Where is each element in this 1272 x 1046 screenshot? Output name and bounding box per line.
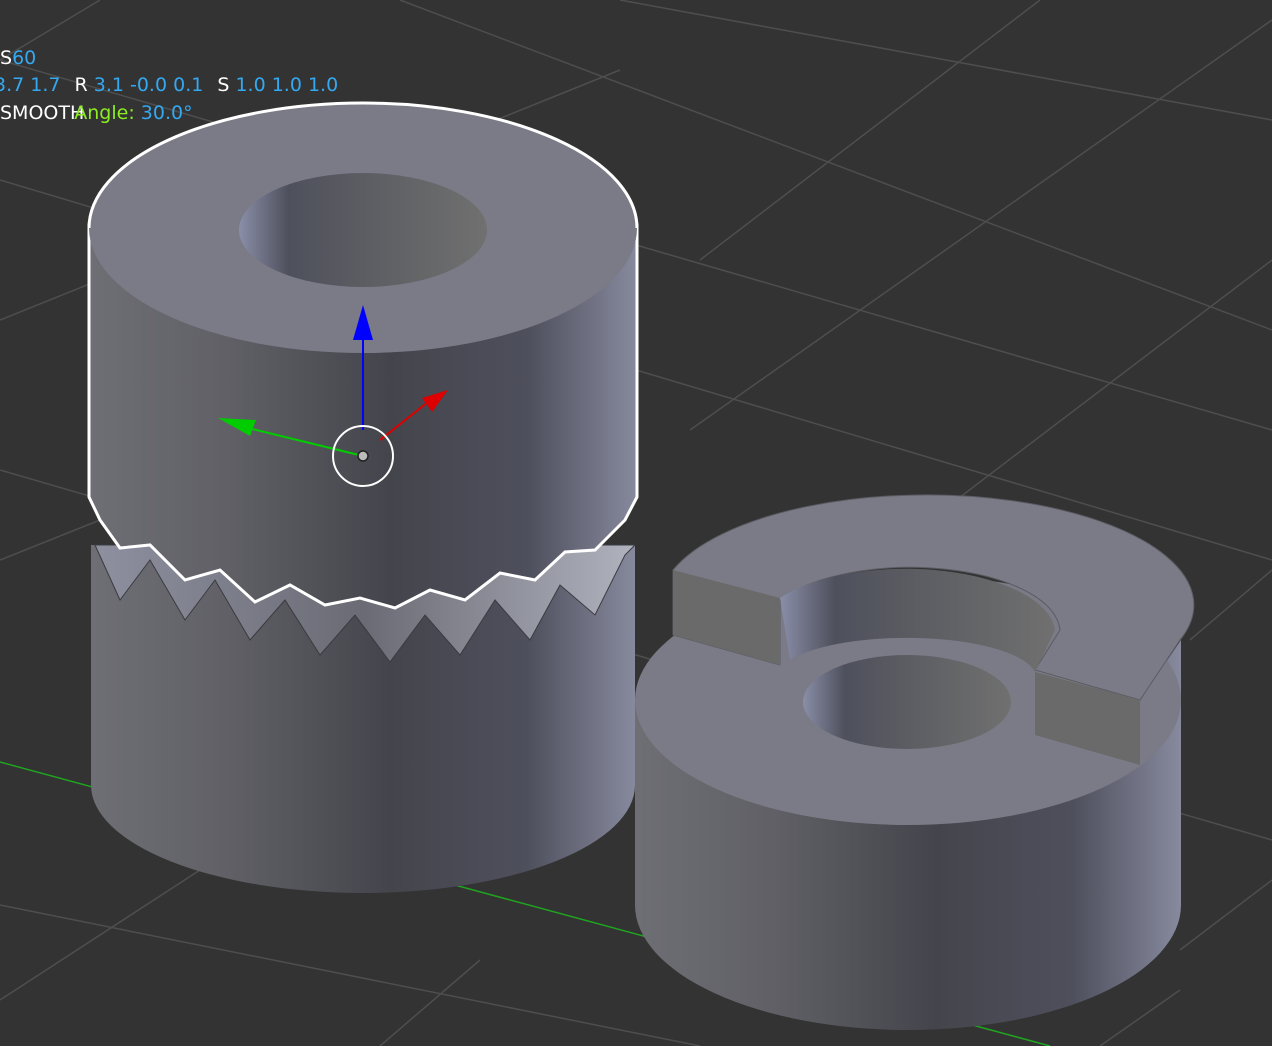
hud-scale-label: S <box>217 74 230 96</box>
hud-rotation-values: 3.1 -0.0 0.1 <box>93 74 204 96</box>
3d-viewport[interactable] <box>0 0 1272 1046</box>
hud-angle-value: 30.0° <box>140 102 193 124</box>
hud-line-3: SMOOTHAngle: 30.0° <box>0 99 193 127</box>
hud-shading-mode: SMOOTH <box>0 102 85 124</box>
hud-location-values: 3.7 1.7 <box>0 74 61 96</box>
hud-s-value: 60 <box>12 47 37 69</box>
hud-scale-values: 1.0 1.0 1.0 <box>235 74 339 96</box>
hud-line-2: 3.7 1.7 R 3.1 -0.0 0.1 S 1.0 1.0 1.0 <box>0 71 338 99</box>
slotted-cylinder[interactable] <box>635 494 1195 1030</box>
hud-s-label: S <box>0 47 13 69</box>
center-hole <box>239 173 487 287</box>
hud-line-1: S60 <box>0 44 36 72</box>
hud-angle-label: Angle: <box>74 102 135 124</box>
slotted-center-hole <box>803 655 1011 749</box>
gizmo-pivot-dot <box>357 450 369 462</box>
hud-rotation-label: R <box>74 74 88 96</box>
